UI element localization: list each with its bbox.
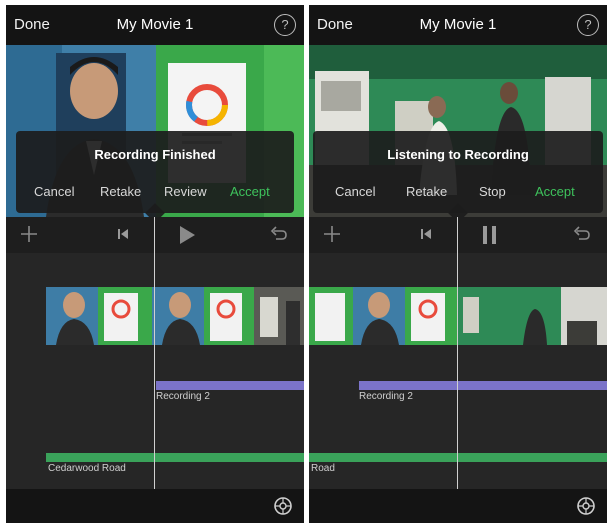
review-button[interactable]: Review [164,184,207,199]
recording-track[interactable] [156,381,304,390]
help-button[interactable]: ? [577,14,599,36]
accept-button[interactable]: Accept [535,184,575,199]
video-clip-strip[interactable] [46,287,304,345]
skip-back-icon[interactable] [415,223,437,245]
music-label: Road [311,463,335,474]
skip-back-icon[interactable] [112,223,134,245]
settings-icon[interactable] [272,495,294,517]
bottom-bar [309,489,607,523]
undo-icon[interactable] [571,223,593,245]
video-clip-strip[interactable] [309,287,607,345]
nav-bar: Done My Movie 1 ? [6,5,304,45]
popup-title: Recording Finished [94,147,216,162]
recording-popup: Recording Finished Cancel Retake Review … [16,131,294,223]
play-icon[interactable] [176,223,198,247]
timeline[interactable]: Recording 2 Road [309,253,607,489]
music-label: Cedarwood Road [48,463,126,474]
retake-button[interactable]: Retake [100,184,141,199]
bottom-bar [6,489,304,523]
screen-listening-to-recording: Done My Movie 1 ? Listening to Recording… [309,5,607,523]
stop-button[interactable]: Stop [479,184,506,199]
playback-controls [309,217,607,253]
music-track[interactable] [309,453,607,462]
cancel-button[interactable]: Cancel [34,184,74,199]
settings-icon[interactable] [575,495,597,517]
cancel-button[interactable]: Cancel [335,184,375,199]
popup-title: Listening to Recording [387,147,529,162]
screen-recording-finished: Done My Movie 1 ? Recording Finished Can… [6,5,304,523]
add-icon[interactable] [321,223,343,245]
playback-controls [6,217,304,253]
recording-label: Recording 2 [359,391,413,402]
playhead[interactable] [457,217,458,489]
movie-title: My Movie 1 [116,16,194,33]
add-icon[interactable] [18,223,40,245]
help-button[interactable]: ? [274,14,296,36]
music-track[interactable] [46,453,304,462]
retake-button[interactable]: Retake [406,184,447,199]
nav-bar: Done My Movie 1 ? [309,5,607,45]
pause-icon[interactable] [479,223,501,247]
undo-icon[interactable] [268,223,290,245]
accept-button[interactable]: Accept [230,184,270,199]
recording-label: Recording 2 [156,391,210,402]
timeline[interactable]: Recording 2 Cedarwood Road [6,253,304,489]
recording-track[interactable] [359,381,607,390]
playhead[interactable] [154,217,155,489]
recording-popup: Listening to Recording Cancel Retake Sto… [313,131,603,223]
movie-title: My Movie 1 [419,16,497,33]
